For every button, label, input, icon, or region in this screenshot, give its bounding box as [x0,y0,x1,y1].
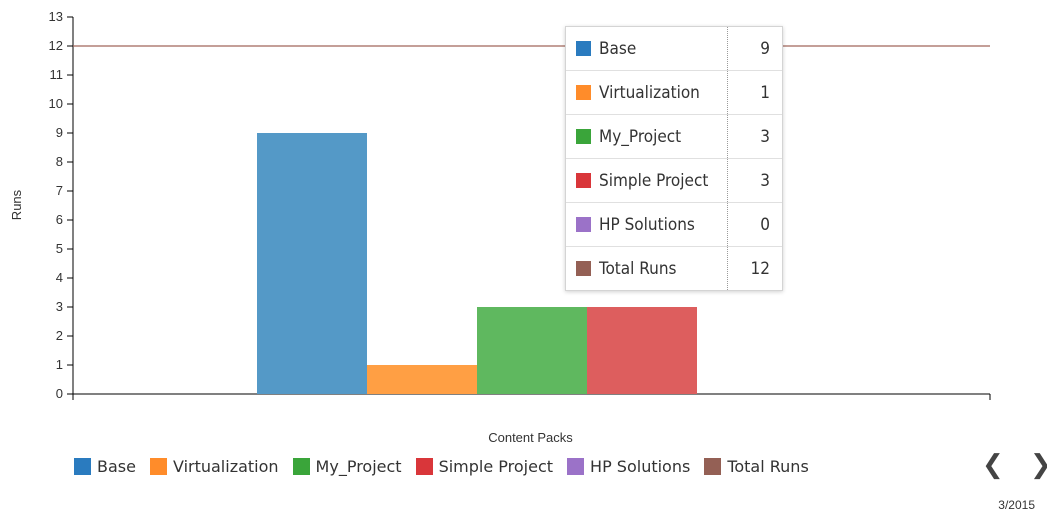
legend-label: HP Solutions [590,456,691,476]
legend-label: Total Runs [727,456,809,476]
y-tick-label: 5 [56,241,63,256]
tooltip-series-value: 12 [750,258,770,279]
y-tick-label: 4 [56,270,63,285]
legend-swatch [74,457,91,475]
series-swatch [576,260,591,276]
y-tick-label: 9 [56,125,63,140]
bar-simple-project [587,307,697,394]
series-swatch [576,84,591,100]
legend-label: My_Project [315,456,402,476]
legend-swatch [704,457,722,475]
tooltip-series-cell: My_Project [566,114,728,159]
legend-item-hp-solutions[interactable]: HP Solutions [567,457,690,476]
series-swatch [576,128,591,144]
y-tick-label: 10 [49,96,63,111]
legend-item-simple-project[interactable]: Simple Project [415,456,554,476]
tooltip-series-value: 3 [727,114,782,159]
tooltip-series-name: Simple Project [599,170,709,191]
tooltip-row: My_Project 3 [566,114,782,159]
bar-base [257,133,367,394]
series-swatch [576,172,591,188]
tooltip-row: Virtualization 1 [566,70,782,115]
bar-my-project [477,307,587,394]
legend-swatch [567,457,585,475]
tooltip-series-name: Virtualization [599,82,700,103]
tooltip-series-cell: Total Runs [566,246,728,290]
y-tick-label: 13 [49,9,63,24]
bar-virtualization [367,365,477,394]
tooltip-table: Base 9 Virtualization 1 My_Project 3 Simple Pr… [566,27,782,290]
tooltip: Base 9 Virtualization 1 My_Project 3 Simple Pr… [565,26,783,291]
y-tick-label: 0 [56,386,63,401]
y-tick-label: 2 [56,328,63,343]
tooltip-series-cell: Simple Project [566,158,728,203]
tooltip-series-name: Base [599,38,637,59]
legend-label: Virtualization [172,456,279,476]
y-tick-label: 6 [56,212,63,227]
y-tick-label: 3 [56,299,63,314]
chart: 012345678910111213Content PacksRuns [9,9,991,445]
tooltip-series-value: 3 [727,158,782,203]
y-tick-label: 12 [49,38,63,53]
legend-item-total-runs[interactable]: Total Runs [704,456,809,476]
legend-swatch [149,457,167,475]
tooltip-series-cell: Base [566,27,728,71]
x-axis-title: Content Packs [488,430,573,445]
y-tick-label: 11 [50,67,64,82]
tooltip-series-cell: Virtualization [566,70,728,115]
tooltip-row: Base 9 [566,27,782,71]
legend-item-base[interactable]: Base [74,457,136,476]
legend-swatch [415,457,433,475]
legend-label: Simple Project [438,456,554,476]
series-swatch [576,40,591,56]
legend-swatch [292,457,310,475]
y-axis-title: Runs [9,189,24,220]
tooltip-series-name: My_Project [599,126,682,147]
tooltip-series-value: 0 [727,202,782,247]
tooltip-row: Simple Project 3 [566,158,782,203]
y-tick-label: 7 [56,183,63,198]
tooltip-series-value: 9 [727,27,782,71]
legend-item-virtualization[interactable]: Virtualization [149,456,279,476]
legend: Base Virtualization My_Project Simple Proje… [74,455,823,477]
chevron-left-icon[interactable]: ❮ [982,452,1004,478]
page-indicator: 3/2015 [998,498,1035,512]
tooltip-row: Total Runs 12 [566,246,782,290]
legend-item-my-project[interactable]: My_Project [292,456,402,476]
series-swatch [576,216,591,232]
y-tick-label: 1 [56,357,63,372]
chevron-right-icon[interactable]: ❯ [1030,452,1047,478]
tooltip-series-name: Total Runs [599,258,677,279]
tooltip-row: HP Solutions 0 [566,202,782,247]
tooltip-series-name: HP Solutions [599,214,695,235]
y-tick-label: 8 [56,154,63,169]
tooltip-series-value: 1 [727,70,782,115]
tooltip-series-cell: HP Solutions [566,202,728,247]
legend-label: Base [97,456,136,476]
